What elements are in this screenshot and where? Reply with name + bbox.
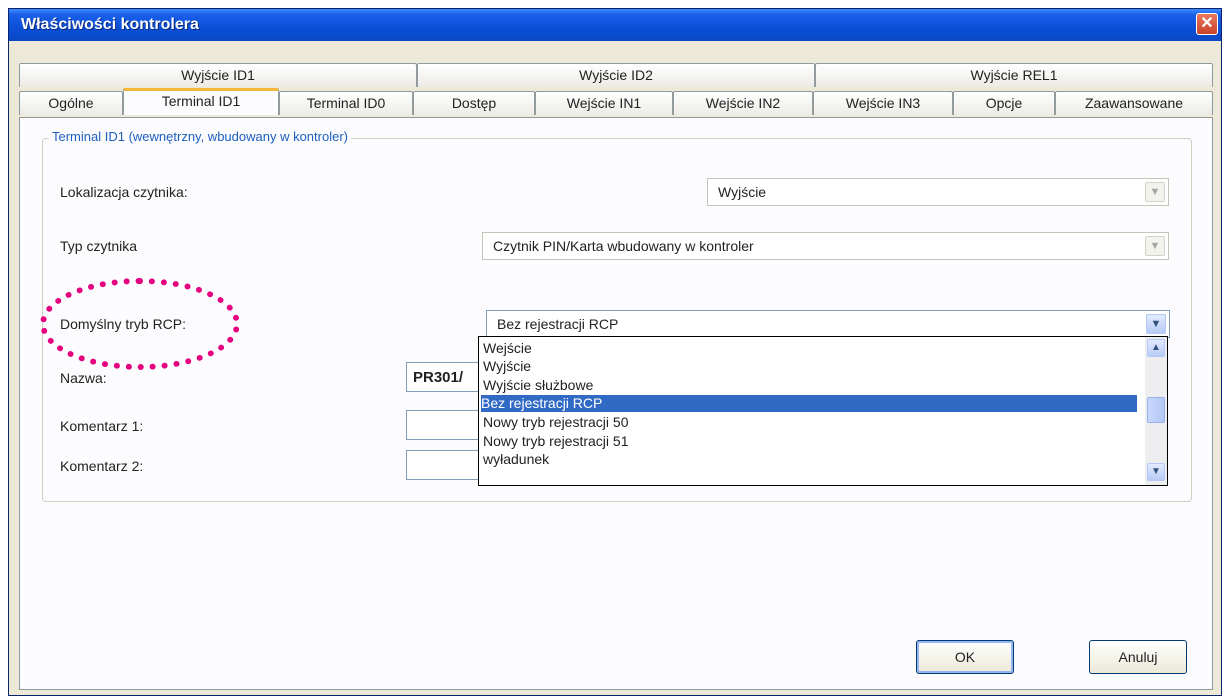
tab-wejscie-in1[interactable]: Wejście IN1 <box>535 91 673 115</box>
ok-label: OK <box>954 649 976 665</box>
name-value: PR301/ <box>413 369 464 386</box>
reader-location-label: Lokalizacja czytnika: <box>60 184 188 200</box>
tab-label: Wejście IN1 <box>566 95 642 111</box>
reader-type-value: Czytnik PIN/Karta wbudowany w kontroler <box>493 238 754 254</box>
tab-zaawansowane[interactable]: Zaawansowane <box>1055 91 1213 115</box>
tab-wyjscie-rel1[interactable]: Wyjście REL1 <box>815 63 1213 87</box>
tab-label: Wyjście REL1 <box>970 67 1058 83</box>
ok-button[interactable]: OK <box>916 640 1014 674</box>
tab-opcje[interactable]: Opcje <box>953 91 1055 115</box>
tab-wejscie-in2[interactable]: Wejście IN2 <box>673 91 813 115</box>
tab-label: Opcje <box>985 95 1023 111</box>
dropdown-option-wyjscie[interactable]: Wyjście <box>483 358 1143 375</box>
reader-location-combo: Wyjście ▼ <box>707 178 1169 206</box>
tab-terminal-id1[interactable]: Terminal ID1 <box>123 88 279 115</box>
close-icon: ✕ <box>1200 15 1214 32</box>
dropdown-option-wyladunek[interactable]: wyładunek <box>483 451 1143 468</box>
scrollbar-thumb[interactable] <box>1147 397 1165 423</box>
rcp-mode-label: Domyślny tryb RCP: <box>60 316 187 332</box>
chevron-down-icon[interactable]: ▼ <box>1146 314 1166 334</box>
window-title: Właściwości kontrolera <box>21 16 199 33</box>
chevron-down-icon: ▼ <box>1145 236 1165 256</box>
tab-label: Wyjście ID2 <box>579 67 653 83</box>
tab-ogolne[interactable]: Ogólne <box>19 91 123 115</box>
chevron-down-icon: ▼ <box>1145 182 1165 202</box>
rcp-mode-dropdown-list: Wejście Wyjście Wyjście służbowe Bez rej… <box>478 336 1168 486</box>
scroll-up-icon[interactable]: ▲ <box>1147 339 1165 357</box>
scroll-down-icon[interactable]: ▼ <box>1147 463 1165 481</box>
tab-label: Terminal ID1 <box>161 93 241 109</box>
dropdown-option-wejscie[interactable]: Wejście <box>483 340 1143 357</box>
title-bar[interactable]: Właściwości kontrolera ✕ <box>9 9 1221 41</box>
tab-label: Ogólne <box>48 95 94 111</box>
dropdown-option-tryb-50[interactable]: Nowy tryb rejestracji 50 <box>483 414 1143 431</box>
group-legend: Terminal ID1 (wewnętrzny, wbudowany w ko… <box>49 129 351 144</box>
tab-label: Wejście IN3 <box>845 95 921 111</box>
rcp-mode-combo[interactable]: Bez rejestracji RCP ▼ <box>486 310 1170 338</box>
reader-location-value: Wyjście <box>718 184 767 200</box>
tab-label: Dostęp <box>451 95 497 111</box>
tab-terminal-id0[interactable]: Terminal ID0 <box>279 91 413 115</box>
dropdown-option-wyjscie-sluzbowe[interactable]: Wyjście służbowe <box>483 377 1143 394</box>
dropdown-scrollbar[interactable]: ▲ ▼ <box>1145 337 1167 485</box>
tab-wyjscie-id1[interactable]: Wyjście ID1 <box>19 63 417 87</box>
name-label: Nazwa: <box>60 370 107 386</box>
comment1-label: Komentarz 1: <box>60 418 144 434</box>
tab-label: Terminal ID0 <box>306 95 386 111</box>
tab-dostep[interactable]: Dostęp <box>413 91 535 115</box>
rcp-mode-value: Bez rejestracji RCP <box>497 316 619 332</box>
comment2-label: Komentarz 2: <box>60 458 144 474</box>
dropdown-option-bez-rejestracji-rcp[interactable]: Bez rejestracji RCP <box>481 395 1137 412</box>
tab-wyjscie-id2[interactable]: Wyjście ID2 <box>417 63 815 87</box>
cancel-button[interactable]: Anuluj <box>1089 640 1187 674</box>
reader-type-combo: Czytnik PIN/Karta wbudowany w kontroler … <box>482 232 1169 260</box>
tab-label: Zaawansowane <box>1084 95 1184 111</box>
tab-wejscie-in3[interactable]: Wejście IN3 <box>813 91 953 115</box>
cancel-label: Anuluj <box>1118 649 1158 665</box>
reader-type-label: Typ czytnika <box>60 238 138 254</box>
tab-label: Wejście IN2 <box>705 95 781 111</box>
dropdown-option-tryb-51[interactable]: Nowy tryb rejestracji 51 <box>483 433 1143 450</box>
tab-label: Wyjście ID1 <box>181 67 255 83</box>
close-button[interactable]: ✕ <box>1196 13 1218 35</box>
